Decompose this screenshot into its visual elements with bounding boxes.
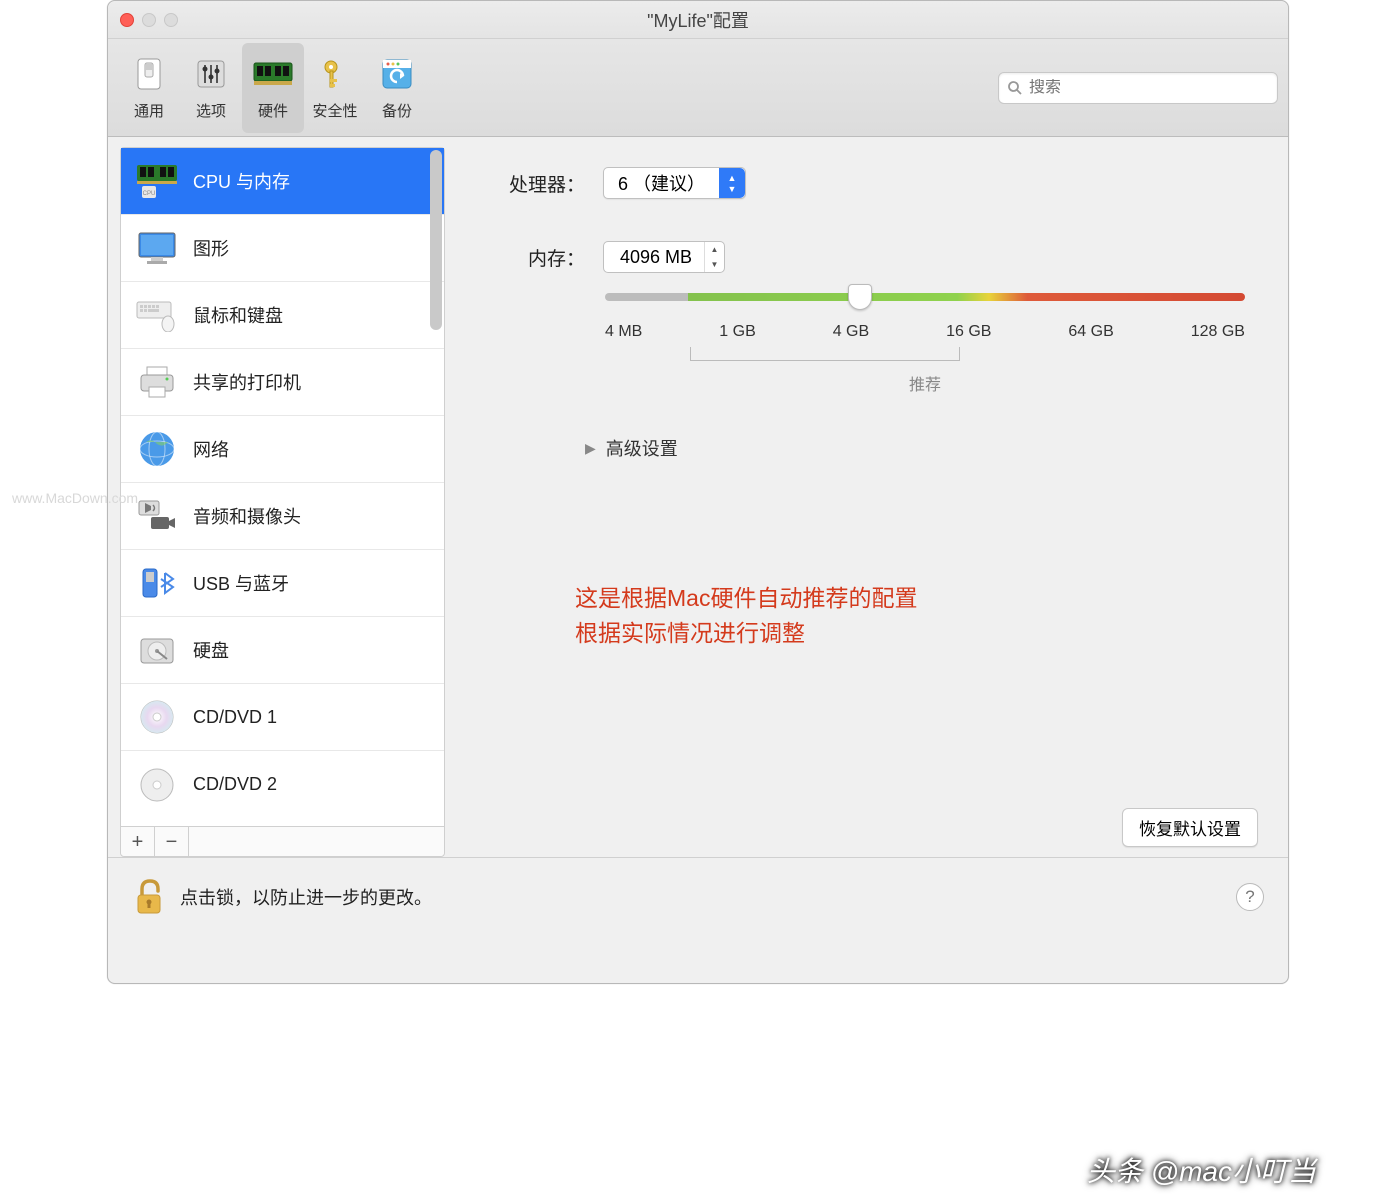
tab-options[interactable]: 选项 bbox=[180, 43, 242, 133]
advanced-label: 高级设置 bbox=[606, 435, 678, 461]
search-icon bbox=[1007, 80, 1023, 96]
remove-button[interactable]: − bbox=[155, 827, 189, 856]
sliders-icon bbox=[191, 54, 231, 94]
sidebar-item-label: 鼠标和键盘 bbox=[193, 302, 283, 328]
sidebar-footer: + − bbox=[121, 826, 444, 856]
sidebar-item-label: 硬盘 bbox=[193, 637, 229, 663]
ram-icon bbox=[253, 54, 293, 94]
toolbar: 通用 选项 硬件 安全性 备份 bbox=[108, 39, 1288, 137]
recommended-label: 推荐 bbox=[605, 371, 1245, 395]
tab-backup[interactable]: 备份 bbox=[366, 43, 428, 133]
tab-general[interactable]: 通用 bbox=[118, 43, 180, 133]
audio-camera-icon bbox=[135, 494, 179, 538]
sidebar-item-network[interactable]: 网络 bbox=[121, 416, 444, 483]
cpu-value: 6 （建议） bbox=[604, 170, 719, 196]
harddisk-icon bbox=[135, 628, 179, 672]
key-icon bbox=[315, 54, 355, 94]
cpu-row: 处理器： 6 （建议） ▲▼ bbox=[485, 167, 1248, 199]
keyboard-mouse-icon bbox=[135, 293, 179, 337]
sidebar-item-usb-bluetooth[interactable]: USB 与蓝牙 bbox=[121, 550, 444, 617]
annotation-text: 这是根据Mac硬件自动推荐的配置 根据实际情况进行调整 bbox=[575, 581, 1248, 650]
window-title: "MyLife"配置 bbox=[108, 7, 1288, 33]
disc-icon bbox=[135, 763, 179, 807]
printer-icon bbox=[135, 360, 179, 404]
disc-icon bbox=[135, 695, 179, 739]
sidebar-item-label: 共享的打印机 bbox=[193, 369, 301, 395]
lock-icon[interactable] bbox=[132, 877, 166, 917]
sidebar: CPU CPU 与内存 图形 鼠标和键盘 共享的打印机 网络 bbox=[120, 147, 445, 857]
cpu-select[interactable]: 6 （建议） ▲▼ bbox=[603, 167, 746, 199]
memory-slider[interactable]: 4 MB 1 GB 4 GB 16 GB 64 GB 128 GB 推荐 bbox=[605, 293, 1245, 395]
sidebar-item-audio-camera[interactable]: 音频和摄像头 bbox=[121, 483, 444, 550]
chevron-updown-icon: ▲▼ bbox=[719, 168, 745, 198]
search-input[interactable] bbox=[1029, 79, 1269, 97]
backup-icon bbox=[377, 54, 417, 94]
watermark-small: www.MacDown.com bbox=[12, 490, 138, 506]
sidebar-item-cddvd1[interactable]: CD/DVD 1 bbox=[121, 684, 444, 751]
search-field[interactable] bbox=[998, 72, 1278, 104]
content-body: CPU CPU 与内存 图形 鼠标和键盘 共享的打印机 网络 bbox=[108, 137, 1288, 857]
cpu-label: 处理器： bbox=[485, 170, 585, 197]
sidebar-item-label: CD/DVD 2 bbox=[193, 774, 277, 795]
slider-track bbox=[605, 293, 1245, 301]
footer: 点击锁，以防止进一步的更改。 ? bbox=[108, 857, 1288, 935]
memory-label: 内存： bbox=[485, 244, 585, 271]
tab-hardware[interactable]: 硬件 bbox=[242, 43, 304, 133]
advanced-disclosure[interactable]: ▶ 高级设置 bbox=[585, 435, 1248, 461]
sidebar-list: CPU CPU 与内存 图形 鼠标和键盘 共享的打印机 网络 bbox=[121, 148, 444, 826]
chevron-right-icon: ▶ bbox=[585, 440, 596, 457]
titlebar: "MyLife"配置 bbox=[108, 1, 1288, 39]
globe-icon bbox=[135, 427, 179, 471]
usb-bluetooth-icon bbox=[135, 561, 179, 605]
sidebar-item-label: CPU 与内存 bbox=[193, 168, 290, 194]
memory-input[interactable]: 4096 MB ▲▼ bbox=[603, 241, 725, 273]
help-button[interactable]: ? bbox=[1236, 883, 1264, 911]
sidebar-item-label: 音频和摄像头 bbox=[193, 503, 301, 529]
stepper-buttons[interactable]: ▲▼ bbox=[704, 242, 724, 272]
sidebar-item-cpu-memory[interactable]: CPU CPU 与内存 bbox=[121, 148, 444, 215]
restore-defaults-button[interactable]: 恢复默认设置 bbox=[1122, 808, 1258, 847]
watermark-main: 头条 @mac小叮当 bbox=[1087, 1150, 1316, 1190]
memory-row: 内存： 4096 MB ▲▼ bbox=[485, 241, 1248, 273]
slider-ticks: 4 MB 1 GB 4 GB 16 GB 64 GB 128 GB bbox=[605, 323, 1245, 341]
sidebar-item-graphics[interactable]: 图形 bbox=[121, 215, 444, 282]
sidebar-scrollbar[interactable] bbox=[428, 148, 444, 748]
slider-thumb[interactable] bbox=[848, 284, 872, 310]
svg-text:CPU: CPU bbox=[143, 191, 156, 197]
recommended-bracket bbox=[690, 347, 960, 361]
add-button[interactable]: + bbox=[121, 827, 155, 856]
sidebar-item-mouse-keyboard[interactable]: 鼠标和键盘 bbox=[121, 282, 444, 349]
sidebar-item-shared-printers[interactable]: 共享的打印机 bbox=[121, 349, 444, 416]
ram-icon: CPU bbox=[135, 159, 179, 203]
sidebar-item-cddvd2[interactable]: CD/DVD 2 bbox=[121, 751, 444, 818]
sidebar-item-label: 图形 bbox=[193, 235, 229, 261]
footer-text: 点击锁，以防止进一步的更改。 bbox=[180, 884, 432, 910]
sidebar-item-label: CD/DVD 1 bbox=[193, 707, 277, 728]
sidebar-item-label: 网络 bbox=[193, 436, 229, 462]
preferences-window: "MyLife"配置 通用 选项 硬件 安全性 bbox=[107, 0, 1289, 984]
switch-icon bbox=[129, 54, 169, 94]
sidebar-item-label: USB 与蓝牙 bbox=[193, 570, 289, 596]
memory-value: 4096 MB bbox=[604, 247, 704, 268]
main-panel: 处理器： 6 （建议） ▲▼ 内存： 4096 MB ▲▼ 4 MB bbox=[445, 137, 1288, 857]
sidebar-item-harddisk[interactable]: 硬盘 bbox=[121, 617, 444, 684]
tab-security[interactable]: 安全性 bbox=[304, 43, 366, 133]
monitor-icon bbox=[135, 226, 179, 270]
